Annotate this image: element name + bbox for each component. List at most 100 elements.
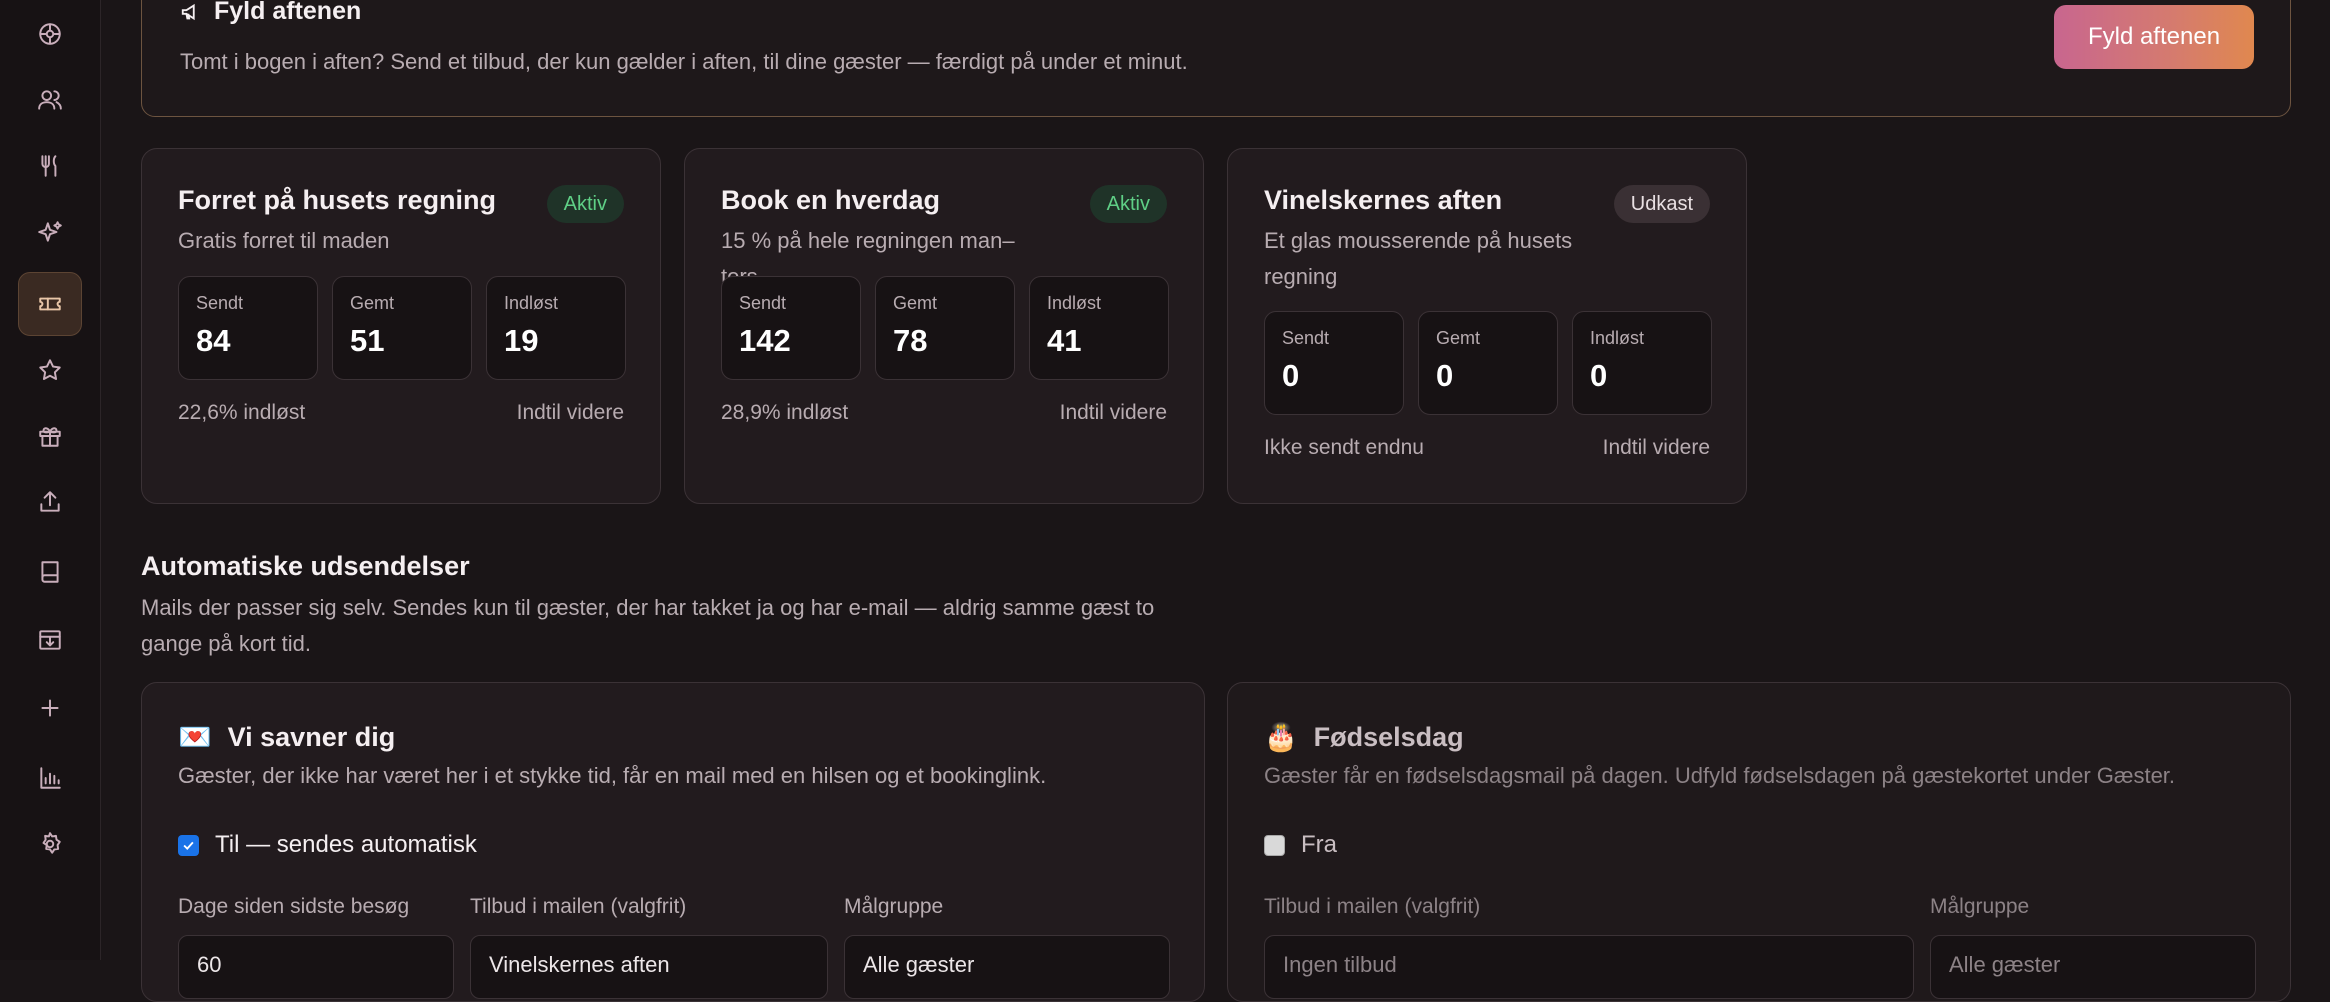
redeem-rate: 22,6% indløst [178, 401, 306, 424]
stat-label: Sendt [739, 293, 787, 313]
offer-card[interactable]: Forret på husets regning Gratis forret t… [141, 148, 661, 504]
offer-title: Vinelskernes aften [1264, 185, 1503, 215]
nav-reviews[interactable] [18, 338, 82, 402]
fill-evening-button[interactable]: Fyld aftenen [2054, 5, 2254, 69]
validity: Indtil videre [1059, 401, 1167, 424]
birthday-title: 🎂 Fødselsdag [1264, 721, 1464, 753]
nav-dashboard[interactable] [18, 2, 82, 66]
nav-export[interactable] [18, 470, 82, 534]
stat-redeemed: Indløst 41 [1029, 276, 1169, 380]
miss-you-toggle[interactable]: Til — sendes automatisk [178, 831, 477, 859]
send-status: Ikke sendt endnu [1264, 436, 1424, 459]
nav-archive[interactable] [18, 608, 82, 672]
stat-redeemed: Indløst 19 [486, 276, 626, 380]
stat-value: 19 [504, 323, 539, 358]
offer-card[interactable]: Book en hverdag 15 % på hele regningen m… [684, 148, 1204, 504]
validity: Indtil videre [1602, 436, 1710, 459]
birthday-toggle[interactable]: Fra [1264, 831, 1337, 859]
offer-subtitle: Et glas mousserende på husets regning [1264, 228, 1573, 289]
stat-value: 0 [1590, 358, 1608, 393]
validity: Indtil videre [516, 401, 624, 424]
offer-label: Tilbud i mailen (valgfrit) [470, 895, 687, 918]
upload-icon [40, 491, 60, 512]
stat-label: Gemt [1436, 328, 1481, 348]
stat-value: 84 [196, 323, 231, 358]
stat-saved: Gemt 51 [332, 276, 472, 380]
nav-users[interactable] [18, 68, 82, 132]
envelope-heart-icon: 💌 [178, 722, 212, 752]
gift-icon [39, 427, 61, 447]
offer-select[interactable]: Ingen tilbud [1264, 935, 1914, 999]
archive-icon [39, 630, 61, 650]
stat-sent: Sendt 84 [178, 276, 318, 380]
nav-settings[interactable] [18, 812, 82, 876]
stat-value: 0 [1282, 358, 1300, 393]
star-icon [39, 359, 61, 380]
nav-book[interactable] [18, 540, 82, 604]
stat-value: 142 [739, 323, 791, 358]
stat-label: Indløst [1047, 293, 1102, 313]
ticket-icon [39, 297, 61, 311]
miss-you-card: 💌 Vi savner dig Gæster, der ikke har vær… [141, 682, 1205, 1002]
offer-card[interactable]: Vinelskernes aften Et glas mousserende p… [1227, 148, 1747, 504]
audience-label: Målgruppe [1930, 895, 2030, 918]
birthday-title-text: Fødselsdag [1313, 721, 1464, 752]
nav-add[interactable] [18, 676, 82, 740]
status-badge: Aktiv [546, 185, 624, 223]
status-badge: Udkast [1613, 185, 1710, 223]
check-icon [183, 841, 194, 850]
main-content: Fyld aftenen Tomt i bogen i aften? Send … [101, 0, 2330, 1002]
utensils-icon [41, 155, 57, 177]
stat-label: Gemt [350, 293, 395, 313]
audience-select[interactable]: Alle gæster [844, 935, 1170, 999]
audience-select[interactable]: Alle gæster [1930, 935, 2256, 999]
offer-select[interactable]: Vinelskernes aften [470, 935, 828, 999]
section-title: Automatiske udsendelser [141, 551, 470, 581]
stat-label: Gemt [893, 293, 938, 313]
settings-icon [42, 832, 61, 854]
offer-title: Forret på husets regning [178, 185, 497, 215]
audience-label: Målgruppe [844, 895, 944, 918]
users-icon [38, 90, 62, 110]
stat-saved: Gemt 0 [1418, 311, 1558, 415]
miss-you-title-text: Vi savner dig [227, 721, 396, 752]
offer-title: Book en hverdag [721, 185, 941, 215]
stat-label: Indløst [504, 293, 559, 313]
checkbox[interactable] [1264, 834, 1285, 856]
checkbox[interactable] [178, 834, 199, 856]
fill-evening-banner: Fyld aftenen Tomt i bogen i aften? Send … [141, 0, 2291, 117]
nav-stats[interactable] [18, 746, 82, 810]
offer-subtitle: Gratis forret til maden [178, 228, 390, 253]
stat-value: 78 [893, 323, 928, 358]
dashboard-icon [39, 23, 61, 45]
birthday-cake-icon: 🎂 [1264, 722, 1298, 752]
days-label: Dage siden sidste besøg [178, 895, 410, 918]
stat-label: Sendt [1282, 328, 1330, 348]
bar-chart-icon [40, 767, 61, 789]
birthday-card: 🎂 Fødselsdag Gæster får en fødselsdagsma… [1227, 682, 2291, 1002]
stat-sent: Sendt 142 [721, 276, 861, 380]
stat-label: Sendt [196, 293, 244, 313]
plus-icon [41, 699, 59, 717]
stat-redeemed: Indløst 0 [1572, 311, 1712, 415]
stat-value: 51 [350, 323, 385, 358]
offer-label: Tilbud i mailen (valgfrit) [1264, 895, 1481, 918]
toggle-label: Fra [1301, 831, 1337, 858]
stat-value: 41 [1047, 323, 1082, 358]
megaphone-icon [181, 3, 195, 20]
book-icon [41, 561, 59, 583]
nav-menu[interactable] [18, 134, 82, 198]
banner-subtitle: Tomt i bogen i aften? Send et tilbud, de… [180, 49, 1188, 74]
toggle-label: Til — sendes automatisk [215, 831, 477, 858]
days-input[interactable]: 60 [178, 935, 454, 999]
nav-ai[interactable] [18, 200, 82, 264]
stat-saved: Gemt 78 [875, 276, 1015, 380]
banner-title-text: Fyld aftenen [214, 0, 362, 25]
nav-gifts[interactable] [18, 404, 82, 468]
nav-offers[interactable] [18, 272, 82, 336]
miss-you-description: Gæster, der ikke har været her i et styk… [178, 763, 1047, 788]
stat-value: 0 [1436, 358, 1454, 393]
miss-you-title: 💌 Vi savner dig [178, 721, 395, 753]
banner-title: Fyld aftenen [180, 0, 361, 26]
birthday-description: Gæster får en fødselsdagsmail på dagen. … [1264, 763, 2176, 788]
